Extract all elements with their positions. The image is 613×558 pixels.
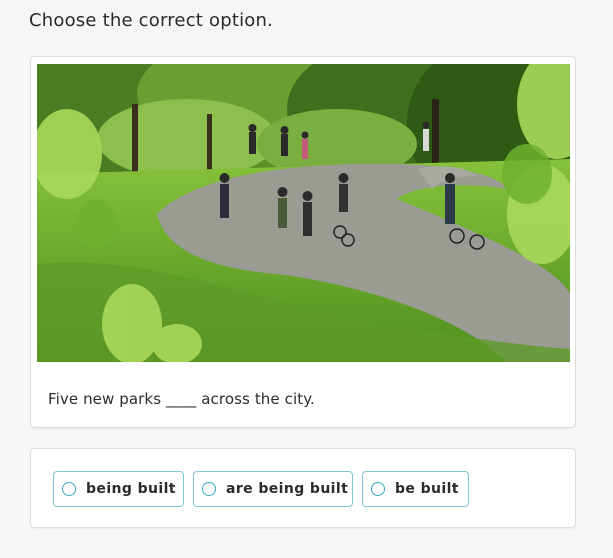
radio-circle-icon[interactable] [202, 482, 216, 496]
options-card: being built are being built be built [30, 448, 576, 528]
option-be-built[interactable]: be built [362, 471, 469, 507]
option-label: are being built [226, 481, 349, 497]
option-are-being-built[interactable]: are being built [193, 471, 353, 507]
radio-circle-icon[interactable] [371, 482, 385, 496]
park-photo [37, 64, 570, 362]
option-being-built[interactable]: being built [53, 471, 184, 507]
option-label: being built [86, 481, 176, 497]
instruction-text: Choose the correct option. [29, 10, 274, 31]
question-card: Five new parks ____ across the city. [30, 56, 576, 428]
question-sentence: Five new parks ____ across the city. [48, 390, 315, 408]
radio-circle-icon[interactable] [62, 482, 76, 496]
option-label: be built [395, 481, 459, 497]
